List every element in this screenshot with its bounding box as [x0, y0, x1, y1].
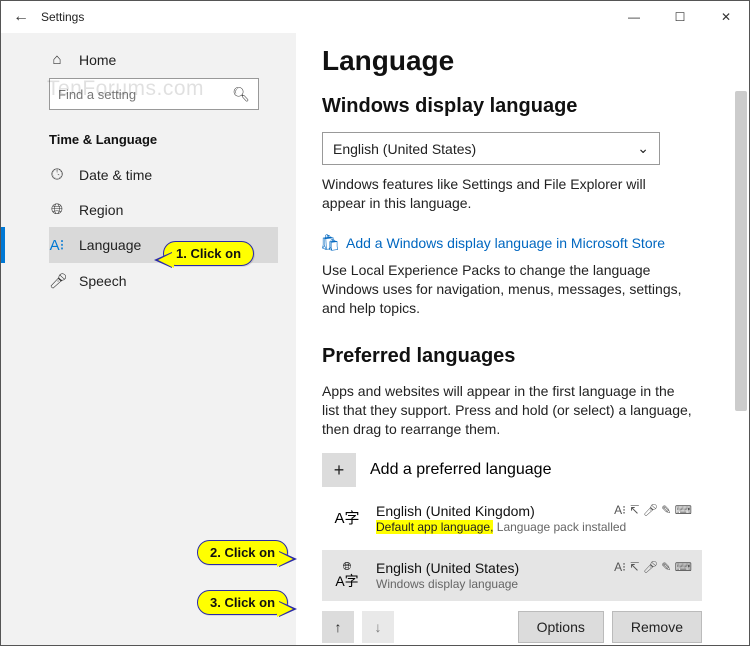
add-language-row[interactable]: + Add a preferred language [322, 453, 723, 487]
annotation-callout-3: 3. Click on [197, 590, 288, 615]
dropdown-value: English (United States) [333, 141, 476, 157]
language-actions: ↑ ↓ Options Remove [322, 611, 702, 643]
store-link-row[interactable]: 🛍︎ Add a Windows display language in Mic… [322, 235, 723, 251]
language-badges: A⁝ ↸ 🎤︎ ✎ ⌨︎ [614, 503, 692, 517]
speech-icon: 🎤︎ [49, 272, 65, 290]
plus-icon[interactable]: + [322, 453, 356, 487]
store-icon: 🛍︎ [322, 235, 338, 251]
annotation-callout-2: 2. Click on [197, 540, 288, 565]
home-label: Home [79, 52, 116, 68]
page-title: Language [322, 45, 723, 77]
display-language-heading: Windows display language [322, 95, 723, 118]
language-badges: A⁝ ↸ 🎤︎ ✎ ⌨︎ [614, 560, 692, 574]
home-nav[interactable]: ⌂ Home [49, 45, 278, 78]
store-link[interactable]: Add a Windows display language in Micros… [346, 235, 665, 251]
titlebar: ← Settings — ☐ ✕ [1, 1, 749, 33]
minimize-button[interactable]: — [611, 1, 657, 33]
home-icon: ⌂ [49, 51, 65, 68]
sidebar-item-date-time[interactable]: 🕓︎ Date & time [49, 157, 278, 192]
language-sub: Default app language, Language pack inst… [376, 520, 692, 534]
main-content: Language Windows display language Englis… [296, 33, 749, 645]
language-icon: A⁝ [49, 236, 65, 254]
annotation-callout-1: 1. Click on [163, 241, 254, 266]
search-icon: 🔍︎ [232, 86, 250, 103]
back-button[interactable]: ← [1, 8, 41, 26]
close-button[interactable]: ✕ [703, 1, 749, 33]
maximize-button[interactable]: ☐ [657, 1, 703, 33]
window-title: Settings [41, 10, 84, 24]
sidebar-item-region[interactable]: 🌐︎ Region [49, 192, 278, 227]
chevron-down-icon: ⌄ [637, 140, 649, 157]
sidebar-item-label: Region [79, 202, 123, 218]
region-icon: 🌐︎ [49, 201, 65, 218]
language-glyph-icon: 🌐︎A字 [332, 560, 362, 590]
preferred-heading: Preferred languages [322, 345, 723, 368]
language-sub: Windows display language [376, 577, 692, 591]
preferred-desc: Apps and websites will appear in the fir… [322, 382, 692, 439]
category-title: Time & Language [49, 132, 278, 147]
add-language-label: Add a preferred language [370, 461, 551, 479]
date-time-icon: 🕓︎ [49, 166, 65, 183]
scrollbar[interactable] [735, 91, 747, 411]
sidebar-item-label: Language [79, 237, 141, 253]
move-down-button[interactable]: ↓ [362, 611, 394, 643]
settings-window: ← Settings — ☐ ✕ ⌂ Home Find a setting 🔍… [0, 0, 750, 646]
language-glyph-icon: A字 [332, 503, 362, 533]
options-button[interactable]: Options [518, 611, 604, 643]
search-input[interactable]: Find a setting 🔍︎ [49, 78, 259, 110]
remove-button[interactable]: Remove [612, 611, 702, 643]
sidebar-item-label: Speech [79, 273, 126, 289]
sidebar-item-speech[interactable]: 🎤︎ Speech [49, 263, 278, 299]
display-language-dropdown[interactable]: English (United States) ⌄ [322, 132, 660, 165]
search-placeholder: Find a setting [58, 87, 136, 102]
move-up-button[interactable]: ↑ [322, 611, 354, 643]
display-language-desc: Windows features like Settings and File … [322, 175, 692, 213]
language-item-us[interactable]: 🌐︎A字 English (United States) Windows dis… [322, 550, 702, 601]
sidebar-item-label: Date & time [79, 167, 152, 183]
store-desc: Use Local Experience Packs to change the… [322, 261, 692, 318]
language-item-uk[interactable]: A字 English (United Kingdom) Default app … [322, 493, 702, 544]
